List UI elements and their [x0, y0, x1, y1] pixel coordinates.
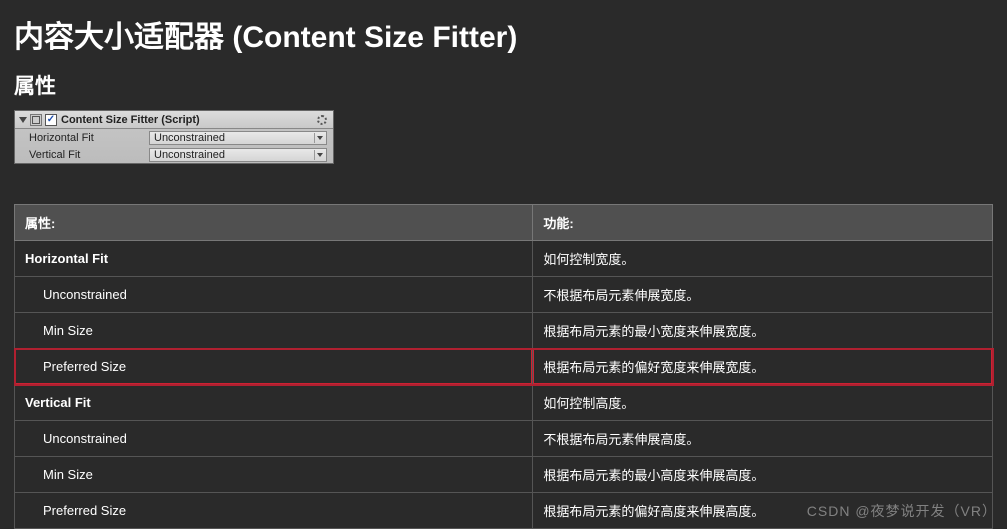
enable-checkbox[interactable]: ✓: [45, 114, 57, 126]
table-row: Min Size根据布局元素的最小宽度来伸展宽度。: [15, 313, 993, 349]
component-icon: [30, 114, 42, 126]
cell-property: Unconstrained: [15, 421, 533, 457]
cell-function: 如何控制高度。: [533, 385, 993, 421]
table-row: Preferred Size根据布局元素的偏好宽度来伸展宽度。: [15, 349, 993, 385]
page-title: 内容大小适配器 (Content Size Fitter): [14, 12, 993, 56]
cell-property: Horizontal Fit: [15, 241, 533, 277]
cell-property: Min Size: [15, 313, 533, 349]
table-row: Vertical Fit如何控制高度。: [15, 385, 993, 421]
inspector-header: ✓ Content Size Fitter (Script): [15, 111, 333, 129]
table-row: Unconstrained不根据布局元素伸展宽度。: [15, 277, 993, 313]
table-header-function: 功能:: [533, 205, 993, 241]
cell-property: Min Size: [15, 457, 533, 493]
table-row: Unconstrained不根据布局元素伸展高度。: [15, 421, 993, 457]
section-heading-properties: 属性: [14, 70, 993, 100]
watermark: CSDN @夜梦说开发（VR）: [807, 501, 997, 521]
inspector-panel: ✓ Content Size Fitter (Script) Horizonta…: [14, 110, 334, 164]
cell-function: 根据布局元素的最小高度来伸展高度。: [533, 457, 993, 493]
cell-property: Unconstrained: [15, 277, 533, 313]
cell-property: Preferred Size: [15, 493, 533, 529]
dropdown-horizontal-fit[interactable]: Unconstrained: [149, 131, 327, 145]
properties-table: 属性: 功能: Horizontal Fit如何控制宽度。Unconstrain…: [14, 204, 993, 529]
gear-icon[interactable]: [315, 113, 329, 127]
cell-function: 如何控制宽度。: [533, 241, 993, 277]
cell-function: 根据布局元素的偏好宽度来伸展宽度。: [533, 349, 993, 385]
cell-property: Vertical Fit: [15, 385, 533, 421]
cell-function: 不根据布局元素伸展高度。: [533, 421, 993, 457]
component-title: Content Size Fitter (Script): [61, 114, 315, 126]
table-row: Horizontal Fit如何控制宽度。: [15, 241, 993, 277]
cell-property: Preferred Size: [15, 349, 533, 385]
dropdown-vertical-fit[interactable]: Unconstrained: [149, 148, 327, 162]
cell-function: 根据布局元素的最小宽度来伸展宽度。: [533, 313, 993, 349]
foldout-triangle-icon[interactable]: [19, 117, 27, 123]
table-row: Min Size根据布局元素的最小高度来伸展高度。: [15, 457, 993, 493]
inspector-row: Vertical Fit Unconstrained: [15, 146, 333, 163]
cell-function: 不根据布局元素伸展宽度。: [533, 277, 993, 313]
field-label-vertical-fit: Vertical Fit: [29, 149, 149, 161]
field-label-horizontal-fit: Horizontal Fit: [29, 132, 149, 144]
inspector-row: Horizontal Fit Unconstrained: [15, 129, 333, 146]
table-header-property: 属性:: [15, 205, 533, 241]
